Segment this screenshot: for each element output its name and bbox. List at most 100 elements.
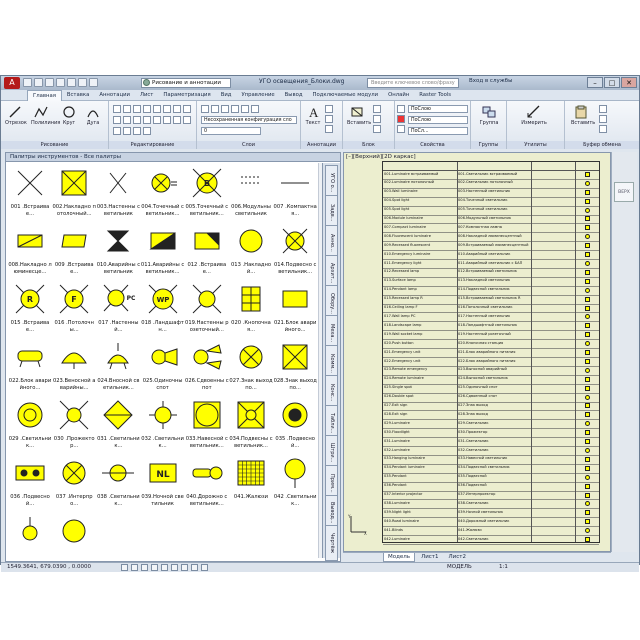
palette-tool-004[interactable]: 004.Точечный светильник... [141,165,185,223]
tab-insert[interactable]: Вставка [62,90,94,101]
dyn-icon[interactable] [191,564,198,571]
tab-parametric[interactable]: Параметризация [158,90,215,101]
break-icon[interactable] [163,116,171,124]
palette-tool-042[interactable]: 042 .Светильник... [273,455,317,513]
tab-view[interactable]: Вид [216,90,237,101]
palette-tool-013[interactable]: 013 .Накладной... [229,223,273,281]
palette-tool-028[interactable]: 028.Знак выход по... [273,339,317,397]
viewcube[interactable]: ВЕРХ [614,182,634,202]
tab-sheet2[interactable]: Лист2 [445,553,470,562]
ortho-icon[interactable] [141,564,148,571]
rotate-icon[interactable] [123,105,131,113]
palette-tool-037[interactable]: 037 .Интерпро... [52,455,96,513]
grid-icon[interactable] [131,564,138,571]
layer-off-icon[interactable] [241,105,249,113]
create-block-icon[interactable] [373,105,381,113]
palette-tool-031[interactable]: 031 .Светильник... [96,397,140,455]
login-link[interactable]: Вход в службы [469,78,512,84]
maximize-button[interactable]: □ [604,77,620,88]
match-properties-icon[interactable] [397,105,405,113]
reverse-icon[interactable] [143,127,151,135]
palette-tool-009[interactable]: 009 .Встраивае... [52,223,96,281]
scale-icon[interactable] [123,116,131,124]
arc-button[interactable]: Дуга [83,105,103,126]
tab-manage[interactable]: Управление [236,90,279,101]
palette-tool-023[interactable]: 023.Веносной аварийны... [52,339,96,397]
layer-state-icon[interactable] [211,105,219,113]
polyline-button[interactable]: Полилиния [31,105,60,126]
group-button[interactable]: Группа [479,105,499,126]
layer-isolate-icon[interactable] [221,105,229,113]
circle-button[interactable]: Круг [59,105,79,126]
palette-tool-017[interactable]: PC 017 .Настенный... [96,281,140,339]
palette-tool-030[interactable]: 030 .Прожектор... [52,397,96,455]
palette-tool-012[interactable]: 012 .Встраивае... [185,223,229,281]
palette-tool-007[interactable]: 007 .Компактная... [273,165,317,223]
palette-tab-13[interactable]: Чертёж [325,525,338,561]
edit-attributes-icon[interactable] [373,125,381,133]
palette-tool-010[interactable]: 010.Аварийны светильник [96,223,140,281]
palette-tool-001[interactable]: 001 .Встраивае... [8,165,52,223]
save-as-icon[interactable] [56,78,65,87]
model-indicator[interactable]: МОДЕЛЬ [447,564,472,570]
ducs-icon[interactable] [181,564,188,571]
chamfer-icon[interactable] [173,116,181,124]
palette-tool-008[interactable]: 008.Накладно люминесце... [8,223,52,281]
palette-tool-025[interactable]: 025.Одиночны спот [141,339,185,397]
layer-properties-icon[interactable] [201,105,209,113]
palette-tool-026[interactable]: 026.Сдвоенны спот [185,339,229,397]
text-button[interactable]: A Текст [303,105,323,126]
erase-icon[interactable] [143,105,151,113]
palette-tool-015[interactable]: R 015 .Встраивае... [8,281,52,339]
print-icon[interactable] [67,78,76,87]
tab-output[interactable]: Вывод [280,90,308,101]
palette-tool-027[interactable]: 027.Знак выход по... [229,339,273,397]
layer-state-combo[interactable]: Несохраненная конфигурация сло [201,116,297,124]
palette-tool-032[interactable]: 032 .Светильник... [141,397,185,455]
tab-sheet1[interactable]: Лист1 [417,553,442,562]
search-input[interactable]: Введите ключевое слово/фразу [367,78,459,88]
color-combo[interactable]: ПоСлою [408,105,468,113]
table-icon[interactable] [325,125,333,133]
current-layer-combo[interactable]: 0 [201,127,261,135]
redo-icon[interactable] [89,78,98,87]
palette-tool-016[interactable]: F 016 .Потолочны... [52,281,96,339]
explode-icon[interactable] [183,105,191,113]
linetype-icon[interactable] [397,125,405,133]
palette-tool-021[interactable]: 021.Блок аварийного... [273,281,317,339]
measure-button[interactable]: Измерить [519,105,549,126]
palette-tool-040[interactable]: 040.Дорожно светильник... [185,455,229,513]
fillet-icon[interactable] [173,105,181,113]
open-file-icon[interactable] [34,78,43,87]
dimension-icon[interactable] [325,105,333,113]
line-button[interactable]: Отрезок [5,105,27,126]
copy-icon[interactable] [153,105,161,113]
tab-layout[interactable]: Лист [135,90,158,101]
palette-tool-022[interactable]: 022.Блок аварийного... [8,339,52,397]
copy-base-icon[interactable] [599,125,607,133]
polar-icon[interactable] [151,564,158,571]
palette-tool-041[interactable]: 041.Жалюзи [229,455,273,513]
palette-tool-033[interactable]: 033.Навесной светильник... [185,397,229,455]
palette-tool-024[interactable]: 024.Вносной светильник... [96,339,140,397]
palette-tool-039[interactable]: NL 039.Ночной светильник [141,455,185,513]
palette-tool-038[interactable]: 038 .Светильник... [96,455,140,513]
align-icon[interactable] [113,127,121,135]
join-icon[interactable] [153,116,161,124]
palette-tool-020[interactable]: 020 .Кнопочная... [229,281,273,339]
linetype-combo[interactable]: ПоСл... [408,127,468,135]
offset-icon[interactable] [143,116,151,124]
palette-tool-005[interactable]: B 005.Точечный светильник... [185,165,229,223]
new-file-icon[interactable] [23,78,32,87]
lengthen-icon[interactable] [183,116,191,124]
tab-raster-tools[interactable]: Raster Tools [414,90,456,101]
osnap-icon[interactable] [161,564,168,571]
annotation-scale[interactable]: 1:1 [499,564,508,570]
layer-freeze-icon[interactable] [231,105,239,113]
array-icon[interactable] [133,116,141,124]
palette-tool-011[interactable]: 011.Аварийны светильник... [141,223,185,281]
minimize-button[interactable]: – [587,77,603,88]
edit-pline-icon[interactable] [123,127,131,135]
divide-icon[interactable] [133,127,141,135]
lineweight-combo[interactable]: ПоСлою [408,116,468,124]
